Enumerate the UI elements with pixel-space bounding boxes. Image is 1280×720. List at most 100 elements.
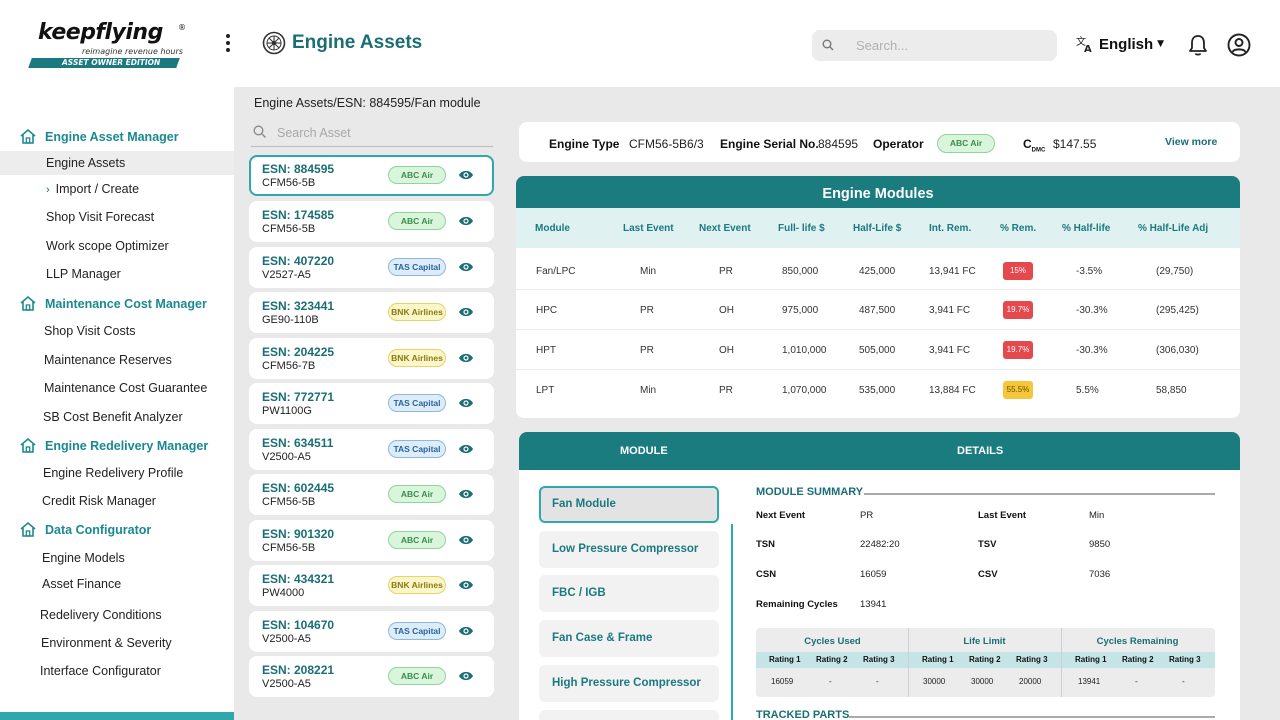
sidebar-item-engine-assets[interactable]: Engine Assets [46, 156, 125, 170]
view-eye-icon[interactable] [458, 669, 474, 683]
view-eye-icon[interactable] [458, 487, 474, 501]
asset-model: CFM56-5B [262, 496, 316, 508]
last-event-value: Min [1089, 510, 1105, 521]
notification-bell-icon[interactable] [1187, 33, 1209, 57]
view-eye-icon[interactable] [458, 624, 474, 638]
keepflying-logo[interactable]: keepflying ® reimagine revenue hours ASS… [28, 20, 188, 70]
module-tab-fan-module[interactable]: Fan Module [539, 486, 719, 523]
sidebar-item-shop-visit-forecast[interactable]: Shop Visit Forecast [46, 210, 154, 224]
cycles-group-cycles-used: Cycles Used [804, 636, 861, 647]
csv-label: CSV [978, 569, 998, 580]
view-eye-icon[interactable] [458, 168, 474, 182]
asset-card[interactable]: ESN: 602445 CFM56-5B ABC Air [249, 474, 494, 515]
asset-card[interactable]: ESN: 174585 CFM56-5B ABC Air [249, 201, 494, 242]
table-cell: PR [719, 266, 733, 277]
view-eye-icon[interactable] [458, 305, 474, 319]
asset-model: V2500-A5 [262, 633, 311, 645]
cycles-value: 16059 [771, 677, 794, 686]
table-cell: PR [640, 345, 654, 356]
asset-card[interactable]: ESN: 323441 GE90-110B BNK Airlines [249, 292, 494, 333]
translate-icon: 文 A [1076, 35, 1092, 53]
operator-badge: ABC Air [388, 667, 446, 685]
sidebar-item-work-scope-optimizer[interactable]: Work scope Optimizer [46, 239, 169, 253]
asset-esn: ESN: 884595 [262, 162, 335, 176]
percent-remaining-badge: 19.7% [1003, 341, 1033, 359]
sidebar-item-llp-manager[interactable]: LLP Manager [46, 267, 121, 281]
asset-card[interactable]: ESN: 434321 PW4000 BNK Airlines [249, 565, 494, 606]
asset-search-input[interactable] [277, 124, 487, 142]
asset-card[interactable]: ESN: 772771 PW1100G TAS Capital [249, 383, 494, 424]
sidebar-item-asset-finance[interactable]: Asset Finance [42, 577, 121, 591]
sidebar-section-engine-asset-manager[interactable]: Engine Asset Manager [19, 128, 179, 145]
operator-badge: ABC Air [388, 531, 446, 549]
operator-badge: TAS Capital [388, 394, 446, 412]
sidebar-footer-bar [0, 712, 234, 720]
row-divider [516, 329, 1240, 330]
asset-card[interactable]: ESN: 634511 V2500-A5 TAS Capital [249, 429, 494, 470]
view-eye-icon[interactable] [458, 578, 474, 592]
module-column-header: MODULE [620, 445, 668, 457]
sidebar-item-maintenance-cost-guarantee[interactable]: Maintenance Cost Guarantee [44, 381, 207, 395]
column-header-module: Module [535, 223, 570, 234]
sidebar-item-maintenance-reserves[interactable]: Maintenance Reserves [44, 353, 172, 367]
asset-model: PW4000 [262, 587, 305, 599]
cycles-group-life-limit: Life Limit [963, 636, 1006, 647]
module-tab-high-pressure-compressor[interactable]: High Pressure Compressor [539, 665, 719, 702]
asset-card[interactable]: ESN: 884595 CFM56-5B ABC Air [249, 155, 494, 196]
more-menu-icon[interactable] [222, 32, 234, 54]
global-search-input[interactable] [856, 36, 1046, 55]
page-header: Engine Assets [262, 30, 422, 56]
view-eye-icon[interactable] [458, 351, 474, 365]
language-selector[interactable]: 文 A English ▼ [1076, 35, 1164, 53]
sidebar-item-import-create[interactable]: › Import / Create [46, 182, 139, 196]
sidebar-item-redelivery-conditions[interactable]: Redelivery Conditions [40, 608, 162, 622]
asset-card[interactable]: ESN: 104670 V2500-A5 TAS Capital [249, 611, 494, 652]
sidebar-section-label: Engine Asset Manager [45, 129, 179, 144]
logo-wordmark: keepflying [38, 20, 163, 45]
view-eye-icon[interactable] [458, 260, 474, 274]
asset-esn: ESN: 772771 [262, 390, 335, 404]
asset-card[interactable]: ESN: 204225 CFM56-7B BNK Airlines [249, 338, 494, 379]
module-tab-fan-case-frame[interactable]: Fan Case & Frame [539, 620, 719, 657]
sidebar-item-shop-visit-costs[interactable]: Shop Visit Costs [44, 324, 135, 338]
sidebar-item-credit-risk-manager[interactable]: Credit Risk Manager [42, 494, 156, 508]
cycles-value: 13941 [1078, 677, 1101, 686]
sidebar-section-engine-redelivery-manager[interactable]: Engine Redelivery Manager [19, 437, 208, 454]
asset-card[interactable]: ESN: 407220 V2527-A5 TAS Capital [249, 247, 494, 288]
module-tab-low-pressure-compressor[interactable]: Low Pressure Compressor [539, 531, 719, 568]
table-cell: 1,070,000 [782, 385, 827, 396]
view-more-link[interactable]: View more [1165, 136, 1217, 148]
cycles-value: - [1182, 677, 1185, 686]
rating-label: Rating 2 [816, 655, 848, 664]
module-tab-next[interactable] [539, 710, 719, 720]
asset-esn: ESN: 407220 [262, 254, 335, 268]
asset-search[interactable] [251, 121, 493, 147]
view-eye-icon[interactable] [458, 533, 474, 547]
sidebar-item-interface-configurator[interactable]: Interface Configurator [40, 664, 161, 678]
sidebar-item-engine-redelivery-profile[interactable]: Engine Redelivery Profile [43, 466, 183, 480]
module-name: HPC [536, 305, 558, 316]
table-cell: OH [719, 345, 734, 356]
view-eye-icon[interactable] [458, 442, 474, 456]
sidebar-item-engine-models[interactable]: Engine Models [42, 551, 125, 565]
global-search[interactable] [812, 30, 1057, 61]
sidebar-item-environment-severity[interactable]: Environment & Severity [41, 636, 172, 650]
user-profile-icon[interactable] [1227, 33, 1251, 57]
chevron-right-icon: › [46, 184, 50, 196]
sidebar-section-data-configurator[interactable]: Data Configurator [19, 521, 151, 538]
module-name: LPT [536, 385, 555, 396]
engine-serial-label: Engine Serial No. [720, 137, 819, 151]
asset-card[interactable]: ESN: 208221 V2500-A5 ABC Air [249, 656, 494, 697]
sidebar-section-maintenance-cost-manager[interactable]: Maintenance Cost Manager [19, 295, 207, 312]
logo-edition: ASSET OWNER EDITION [62, 58, 161, 67]
rating-label: Rating 2 [969, 655, 1001, 664]
sidebar-item-sb-cost-benefit-analyzer[interactable]: SB Cost Benefit Analyzer [43, 410, 183, 424]
view-eye-icon[interactable] [458, 214, 474, 228]
asset-card[interactable]: ESN: 901320 CFM56-5B ABC Air [249, 520, 494, 561]
asset-esn: ESN: 323441 [262, 299, 335, 313]
view-eye-icon[interactable] [458, 396, 474, 410]
table-cell: 505,000 [859, 345, 896, 356]
module-tab-fbc-igb[interactable]: FBC / IGB [539, 575, 719, 612]
language-label: English [1099, 35, 1154, 53]
asset-esn: ESN: 104670 [262, 618, 335, 632]
